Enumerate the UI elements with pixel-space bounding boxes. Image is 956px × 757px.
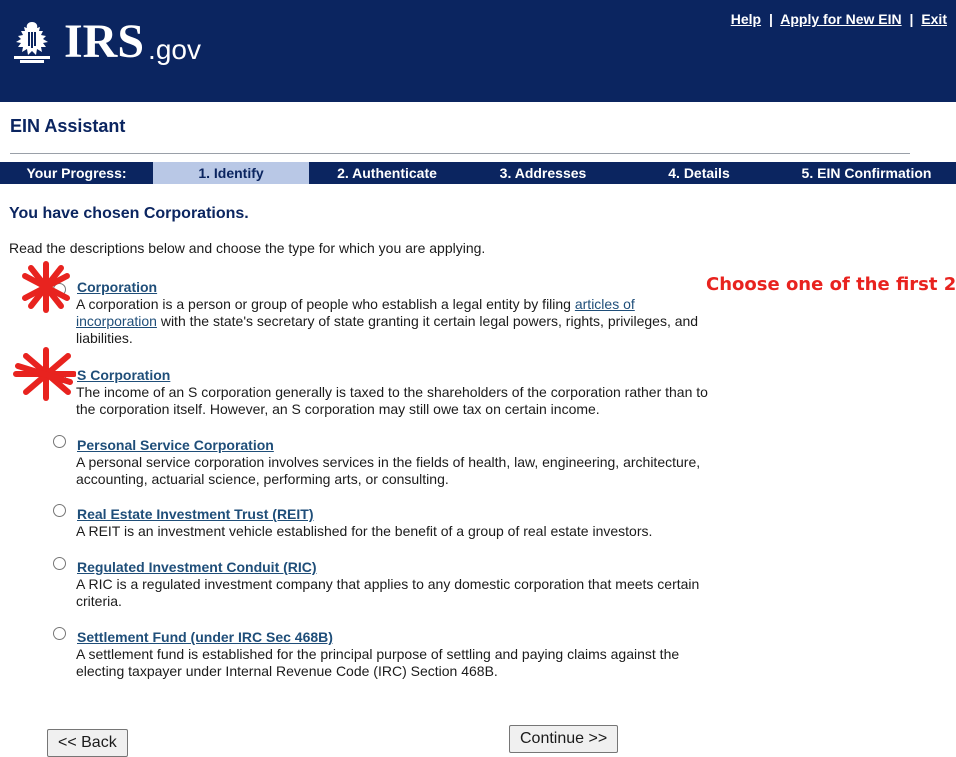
help-link[interactable]: Help [731,11,761,27]
option-desc-reit: A REIT is an investment vehicle establis… [76,523,653,539]
progress-label: Your Progress: [26,165,127,181]
site-header: IRS .gov Help | Apply for New EIN | Exit [0,0,956,102]
option-desc-corporation: A corporation is a person or group of pe… [76,296,716,347]
annotation-note: Choose one of the first 2 [706,274,956,295]
option-desc-settlement-fund: A settlement fund is established for the… [76,646,680,679]
option-desc-ric: A RIC is a regulated investment company … [76,576,700,609]
irs-logo[interactable]: IRS .gov [6,14,201,70]
back-button[interactable]: << Back [47,729,128,757]
progress-step-details: 4. Details [668,165,730,181]
option-title-corporation[interactable]: Corporation [77,279,157,295]
progress-step-authenticate: 2. Authenticate [337,165,437,181]
progress-step-ein-confirmation: 5. EIN Confirmation [801,165,932,181]
option-desc-text: A corporation is a person or group of pe… [76,296,575,312]
logo-gov-text: .gov [148,34,201,65]
instructions-text: Read the descriptions below and choose t… [9,240,486,256]
option-title-ric[interactable]: Regulated Investment Conduit (RIC) [77,559,317,575]
chosen-heading: You have chosen Corporations. [9,205,249,222]
utility-links: Help | Apply for New EIN | Exit [731,11,947,27]
option-title-s-corporation[interactable]: S Corporation [77,367,170,383]
apply-new-ein-link[interactable]: Apply for New EIN [780,11,901,27]
title-divider [10,153,910,154]
eagle-icon [14,22,50,63]
logo-irs-text: IRS [64,15,145,68]
progress-step-identify: 1. Identify [153,162,309,184]
radio-settlement-fund[interactable] [53,627,66,640]
link-separator: | [768,11,773,27]
option-title-reit[interactable]: Real Estate Investment Trust (REIT) [77,506,314,522]
radio-personal-service-corporation[interactable] [53,435,66,448]
option-desc-personal-service-corporation: A personal service corporation involves … [76,454,701,487]
option-desc-s-corporation: The income of an S corporation generally… [76,384,708,417]
page-title: EIN Assistant [10,116,126,136]
red-asterisk-annotation-icon [22,261,70,313]
option-title-personal-service-corporation[interactable]: Personal Service Corporation [77,437,274,453]
exit-link[interactable]: Exit [921,11,947,27]
option-desc-text: with the state's secretary of state gran… [76,313,699,346]
progress-bar: Your Progress: 1. Identify 2. Authentica… [0,162,956,184]
option-title-settlement-fund[interactable]: Settlement Fund (under IRC Sec 468B) [77,629,333,645]
progress-step-addresses: 3. Addresses [499,165,587,181]
radio-reit[interactable] [53,504,66,517]
continue-button[interactable]: Continue >> [509,725,619,753]
red-asterisk-annotation-icon [13,347,76,401]
radio-ric[interactable] [53,557,66,570]
link-separator: | [909,11,914,27]
